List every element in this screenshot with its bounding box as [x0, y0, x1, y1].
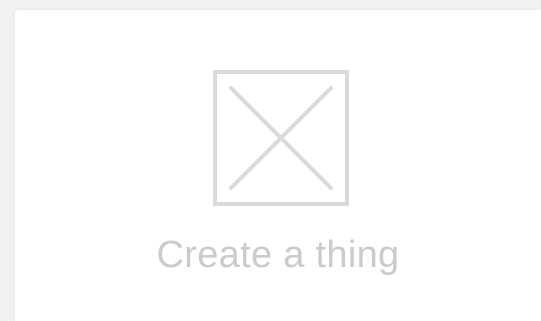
create-thing-card[interactable]: Create a thing [15, 10, 541, 321]
create-thing-label: Create a thing [156, 234, 400, 276]
cross-lines-icon [229, 86, 333, 190]
image-placeholder-icon [213, 70, 349, 206]
